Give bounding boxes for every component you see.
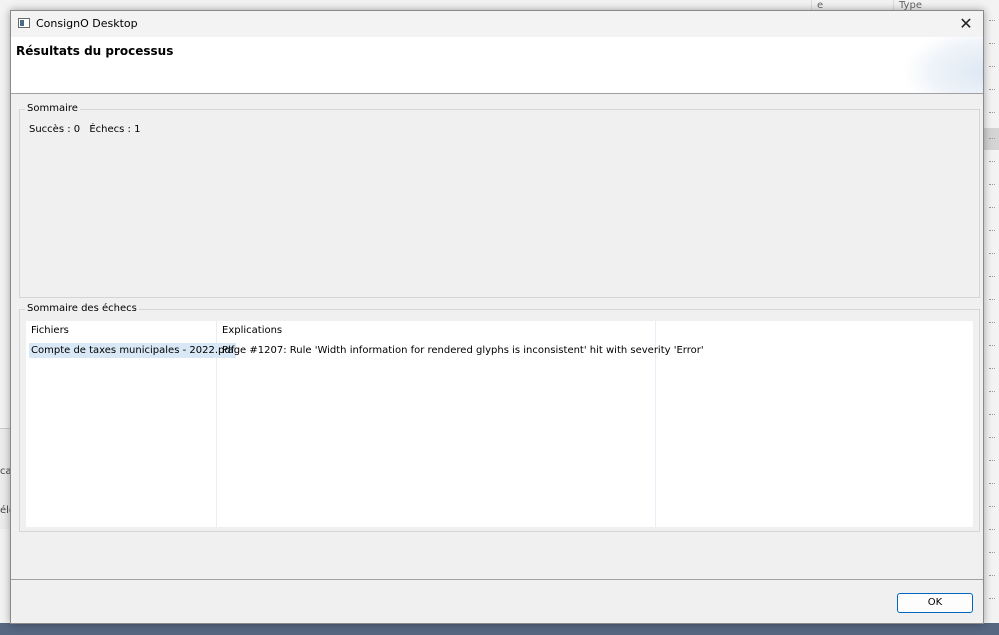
page-title: Résultats du processus — [16, 44, 174, 58]
background-row-marker — [989, 89, 995, 91]
summary-group: Sommaire Succès : 0 Échecs : 1 — [19, 103, 980, 298]
app-window-icon — [18, 18, 30, 28]
background-row-marker — [989, 437, 995, 439]
background-row-marker — [989, 552, 995, 554]
desktop-background — [0, 623, 999, 635]
background-row-marker — [989, 529, 995, 531]
background-row-marker — [989, 345, 995, 347]
failed-file-cell[interactable]: Compte de taxes municipales - 2022.pdf — [29, 343, 237, 358]
background-row-marker — [989, 184, 995, 186]
background-row-marker — [989, 299, 995, 301]
background-row-marker — [989, 253, 995, 255]
background-row-marker — [989, 391, 995, 393]
background-row-marker — [989, 414, 995, 416]
background-row-marker — [989, 506, 995, 508]
summary-group-label: Sommaire — [25, 103, 80, 114]
background-row-marker — [989, 112, 995, 114]
column-header-files[interactable]: Fichiers — [31, 325, 69, 336]
background-row-marker — [989, 276, 995, 278]
background-row-marker — [989, 207, 995, 209]
background-row-marker — [989, 483, 995, 485]
background-row-marker — [989, 161, 995, 163]
header-decoration — [903, 37, 983, 93]
background-row-marker — [989, 575, 995, 577]
ok-button[interactable]: OK — [897, 593, 973, 613]
empty-column — [656, 321, 973, 527]
background-row-marker — [989, 138, 995, 140]
failures-group-label: Sommaire des échecs — [25, 303, 139, 314]
background-row-marker — [989, 322, 995, 324]
summary-counts: Succès : 0 Échecs : 1 — [29, 124, 146, 135]
background-row-marker — [989, 598, 995, 600]
files-column: Fichiers Compte de taxes municipales - 2… — [26, 321, 237, 527]
title-bar[interactable]: ConsignO Desktop ✕ — [11, 11, 983, 37]
background-row-marker — [989, 43, 995, 45]
failures-group: Sommaire des échecs Fichiers Compte de t… — [19, 303, 980, 532]
background-row-marker — [989, 230, 995, 232]
failures-list[interactable]: Fichiers Compte de taxes municipales - 2… — [26, 321, 973, 527]
window-title: ConsignO Desktop — [36, 17, 138, 30]
failure-count: Échecs : 1 — [89, 124, 141, 135]
column-header-explanations[interactable]: Explications — [222, 325, 282, 336]
dialog-header: Résultats du processus — [11, 37, 983, 94]
success-count: Succès : 0 — [29, 124, 81, 135]
background-row-marker — [989, 20, 995, 22]
background-row-marker — [989, 66, 995, 68]
background-row-marker — [989, 460, 995, 462]
explanations-column: Explications Page #1207: Rule 'Width inf… — [217, 321, 704, 527]
close-icon[interactable]: ✕ — [955, 14, 977, 34]
results-dialog: ConsignO Desktop ✕ Résultats du processu… — [10, 10, 984, 624]
footer-separator — [11, 579, 983, 580]
explanation-cell[interactable]: Page #1207: Rule 'Width information for … — [220, 343, 706, 358]
background-row-marker — [989, 368, 995, 370]
